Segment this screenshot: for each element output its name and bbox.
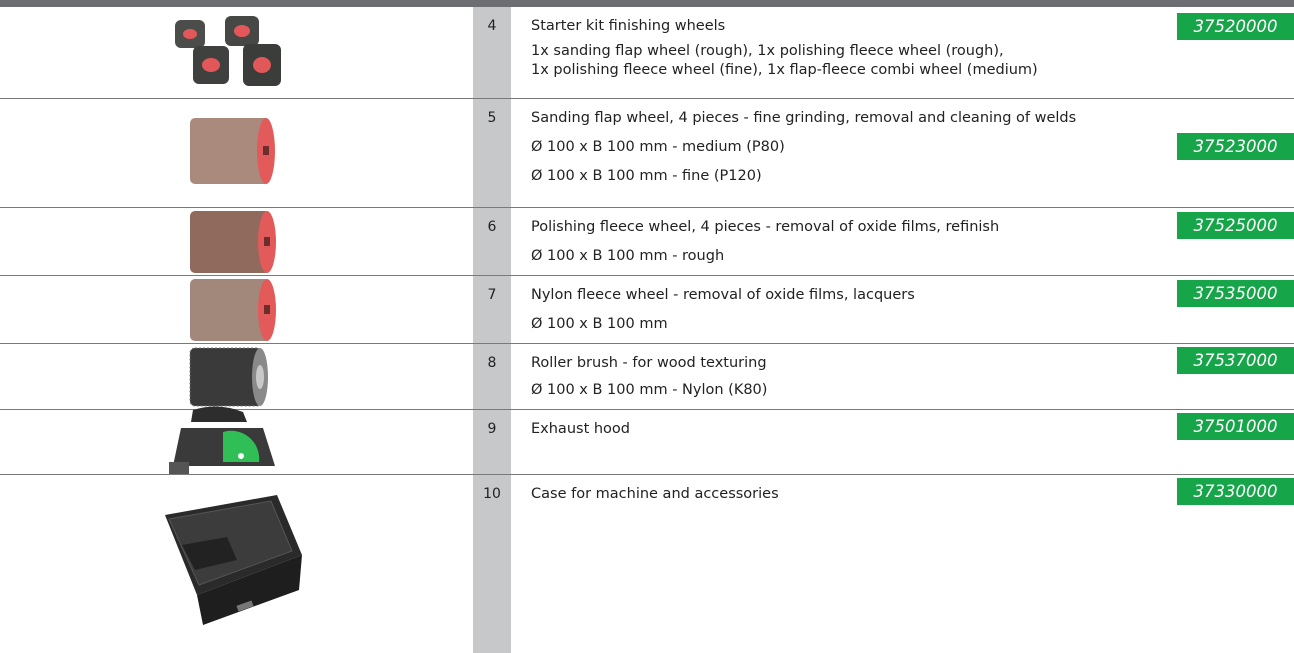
article-number-badge: 37330000 [1177, 478, 1294, 505]
product-image-cell [0, 99, 473, 207]
article-number-badge: 37523000 [1177, 133, 1294, 160]
item-description: Starter kit finishing wheels 1x sanding … [511, 7, 1294, 98]
item-number: 10 [473, 475, 511, 653]
table-row: 4 Starter kit finishing wheels 1x sandin… [0, 7, 1294, 99]
article-number-badge: 37537000 [1177, 347, 1294, 374]
item-number: 7 [473, 276, 511, 343]
item-detail: Ø 100 x B 100 mm - fine (P120) [531, 168, 762, 184]
item-detail: Ø 100 x B 100 mm [531, 316, 668, 332]
product-image-cell [0, 475, 473, 653]
item-description: Roller brush - for wood texturing Ø 100 … [511, 344, 1294, 409]
table-row: 5 Sanding flap wheel, 4 pieces - fine gr… [0, 99, 1294, 208]
item-detail: 1x polishing fleece wheel (fine), 1x fla… [531, 62, 1038, 78]
table-row: 9 Exhaust hood 37501000 [0, 406, 1294, 475]
exhaust-hood-image [169, 406, 275, 474]
item-number: 5 [473, 99, 511, 207]
sanding-flap-wheel-image [190, 118, 275, 184]
product-image-cell [0, 276, 473, 343]
item-number: 8 [473, 344, 511, 409]
starter-kit-wheels-image [175, 16, 281, 86]
machine-case-image [165, 495, 302, 625]
product-table: 4 Starter kit finishing wheels 1x sandin… [0, 7, 1294, 653]
item-description: Nylon fleece wheel - removal of oxide fi… [511, 276, 1294, 343]
roller-brush-image [189, 347, 268, 407]
product-image-cell [0, 406, 473, 474]
nylon-fleece-wheel-image [190, 279, 276, 341]
table-row: 10 Case for machine and accessories 3733… [0, 475, 1294, 653]
item-description: Sanding flap wheel, 4 pieces - fine grin… [511, 99, 1294, 207]
item-description: Polishing fleece wheel, 4 pieces - remov… [511, 208, 1294, 275]
article-number-badge: 37535000 [1177, 280, 1294, 307]
polishing-fleece-wheel-image [190, 211, 276, 273]
article-number-badge: 37520000 [1177, 13, 1294, 40]
item-detail: Ø 100 x B 100 mm - Nylon (K80) [531, 382, 768, 398]
article-number-badge: 37525000 [1177, 212, 1294, 239]
article-number-badge: 37501000 [1177, 413, 1294, 440]
item-number: 9 [473, 410, 511, 474]
product-image-cell [0, 208, 473, 275]
item-detail: 1x sanding flap wheel (rough), 1x polish… [531, 43, 1004, 59]
item-number: 4 [473, 7, 511, 98]
table-row: 6 Polishing fleece wheel, 4 pieces - rem… [0, 208, 1294, 276]
item-description: Case for machine and accessories 3733000… [511, 475, 1294, 653]
header-bar [0, 0, 1294, 7]
item-detail: Ø 100 x B 100 mm - rough [531, 248, 725, 264]
table-row: 7 Nylon fleece wheel - removal of oxide … [0, 276, 1294, 344]
item-description: Exhaust hood 37501000 [511, 410, 1294, 474]
item-number: 6 [473, 208, 511, 275]
product-image-cell [0, 7, 473, 98]
